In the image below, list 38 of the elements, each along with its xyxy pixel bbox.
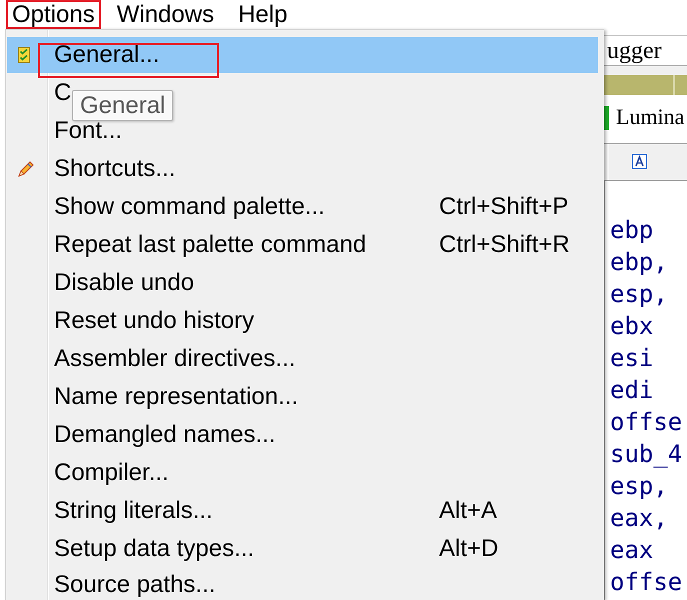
tab[interactable]: ugger — [604, 36, 662, 64]
menu-item[interactable]: Shortcuts... — [7, 151, 176, 187]
menu-item[interactable]: Repeat last palette command Ctrl+Shift+R — [7, 227, 570, 263]
menu-item[interactable]: Name representation... — [7, 379, 298, 415]
code-line: esp, — [610, 279, 669, 310]
code-line: offse — [610, 407, 684, 438]
shortcut-label: Ctrl+Shift+R — [439, 230, 570, 260]
code-line: edi — [610, 375, 654, 406]
checklist-icon — [18, 47, 30, 63]
code-line: eax, — [610, 503, 669, 534]
menu-item[interactable]: Source paths... — [7, 569, 216, 600]
indicator-icon — [604, 106, 609, 130]
letter-icon[interactable] — [632, 154, 647, 169]
menu-item[interactable]: Setup data types... Alt+D — [7, 531, 498, 567]
menu-item[interactable]: Disable undo — [7, 265, 194, 301]
code-line: esp, — [610, 471, 669, 502]
menu-item[interactable]: Demangled names... — [7, 417, 276, 453]
code-line: esi — [610, 343, 654, 374]
code-line: sub_4 — [610, 439, 684, 470]
code-line: ebx — [610, 311, 654, 342]
menu-item[interactable]: Reset undo history — [7, 303, 254, 339]
menu-item[interactable]: General... — [7, 37, 598, 73]
menu-item[interactable]: String literals... Alt+A — [7, 493, 498, 529]
code-line: ebp — [610, 215, 654, 246]
menu-item[interactable]: Assembler directives... — [7, 341, 296, 377]
code-line: eax — [610, 535, 654, 566]
tooltip: General — [72, 90, 174, 121]
header-title: Lumina — [616, 104, 684, 130]
menu-item[interactable]: Compiler... — [7, 455, 169, 491]
shortcut-label: Alt+D — [439, 534, 498, 564]
menu-item[interactable]: Show command palette... Ctrl+Shift+P — [7, 189, 568, 225]
code-line: ebp, — [610, 247, 669, 278]
code-line: offse — [610, 567, 684, 598]
menu-bar-item[interactable]: Options — [6, 0, 101, 29]
pencil-icon — [18, 161, 34, 177]
menu-item[interactable]: C — [7, 75, 72, 111]
shortcut-label: Ctrl+Shift+P — [439, 192, 568, 222]
shortcut-label: Alt+A — [439, 496, 498, 526]
